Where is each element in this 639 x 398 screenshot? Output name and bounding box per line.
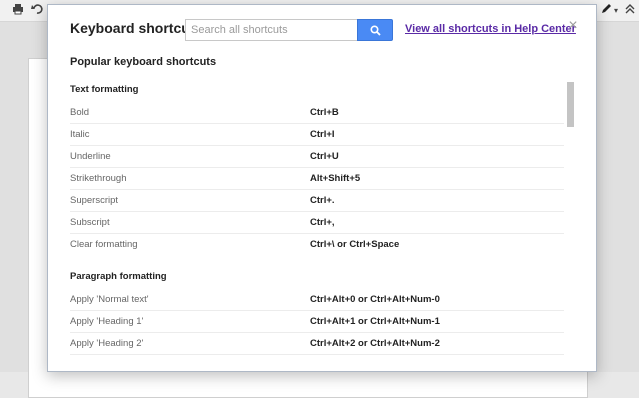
shortcut-name: Apply 'Heading 2' — [70, 338, 144, 349]
shortcut-row: Italic Ctrl+I — [70, 124, 564, 146]
scrollbar[interactable] — [567, 78, 575, 368]
dialog-subtitle: Popular keyboard shortcuts — [70, 56, 217, 68]
search-input[interactable] — [185, 19, 357, 41]
shortcut-name: Underline — [70, 151, 111, 162]
shortcut-name: Italic — [70, 129, 90, 140]
shortcut-name: Superscript — [70, 195, 119, 206]
shortcut-row: Bold Ctrl+B — [70, 102, 564, 124]
shortcut-name: Clear formatting — [70, 239, 138, 250]
shortcut-keys: Ctrl+, — [310, 217, 335, 228]
shortcut-keys: Ctrl+Alt+1 or Ctrl+Alt+Num-1 — [310, 316, 440, 327]
shortcut-row: Apply 'Heading 2' Ctrl+Alt+2 or Ctrl+Alt… — [70, 333, 564, 355]
search-icon — [369, 24, 381, 36]
shortcuts-list: Text formatting Bold Ctrl+B Italic Ctrl+… — [70, 78, 564, 373]
help-center-link[interactable]: View all shortcuts in Help Center — [405, 23, 576, 35]
shortcut-keys: Ctrl+Alt+2 or Ctrl+Alt+Num-2 — [310, 338, 440, 349]
scrollbar-thumb[interactable] — [567, 82, 574, 127]
shortcut-row: Strikethrough Alt+Shift+5 — [70, 168, 564, 190]
shortcut-row: Underline Ctrl+U — [70, 146, 564, 168]
shortcut-keys: Ctrl+I — [310, 129, 335, 140]
shortcut-row: Clear formatting Ctrl+\ or Ctrl+Space — [70, 234, 564, 256]
print-icon[interactable] — [10, 3, 26, 19]
shortcut-keys: Ctrl+Alt+0 or Ctrl+Alt+Num-0 — [310, 294, 440, 305]
shortcut-search — [185, 19, 393, 41]
undo-icon[interactable] — [29, 3, 45, 19]
shortcut-row: Subscript Ctrl+, — [70, 212, 564, 234]
close-icon[interactable]: × — [566, 18, 580, 34]
shortcut-keys: Ctrl+U — [310, 151, 339, 162]
shortcut-keys: Ctrl+\ or Ctrl+Space — [310, 239, 400, 250]
section-title-text-formatting: Text formatting — [70, 84, 139, 95]
shortcut-keys: Ctrl+. — [310, 195, 335, 206]
keyboard-shortcuts-dialog: Keyboard shortcuts View all shortcuts in… — [47, 4, 597, 372]
shortcut-keys: Alt+Shift+5 — [310, 173, 361, 184]
search-button[interactable] — [357, 19, 393, 41]
collapse-toolbar-icon[interactable] — [622, 3, 638, 19]
shortcut-name: Apply 'Heading 1' — [70, 316, 144, 327]
shortcut-row: Apply 'Heading 1' Ctrl+Alt+1 or Ctrl+Alt… — [70, 311, 564, 333]
shortcut-name: Bold — [70, 107, 90, 118]
shortcut-row: Superscript Ctrl+. — [70, 190, 564, 212]
shortcut-name: Strikethrough — [70, 173, 127, 184]
dialog-title: Keyboard shortcuts — [70, 20, 203, 36]
shortcut-name: Apply 'Normal text' — [70, 294, 149, 305]
shortcut-keys: Ctrl+B — [310, 107, 339, 118]
section-title-paragraph-formatting: Paragraph formatting — [70, 271, 167, 282]
shortcut-name: Subscript — [70, 217, 110, 228]
shortcut-row: Apply 'Normal text' Ctrl+Alt+0 or Ctrl+A… — [70, 289, 564, 311]
